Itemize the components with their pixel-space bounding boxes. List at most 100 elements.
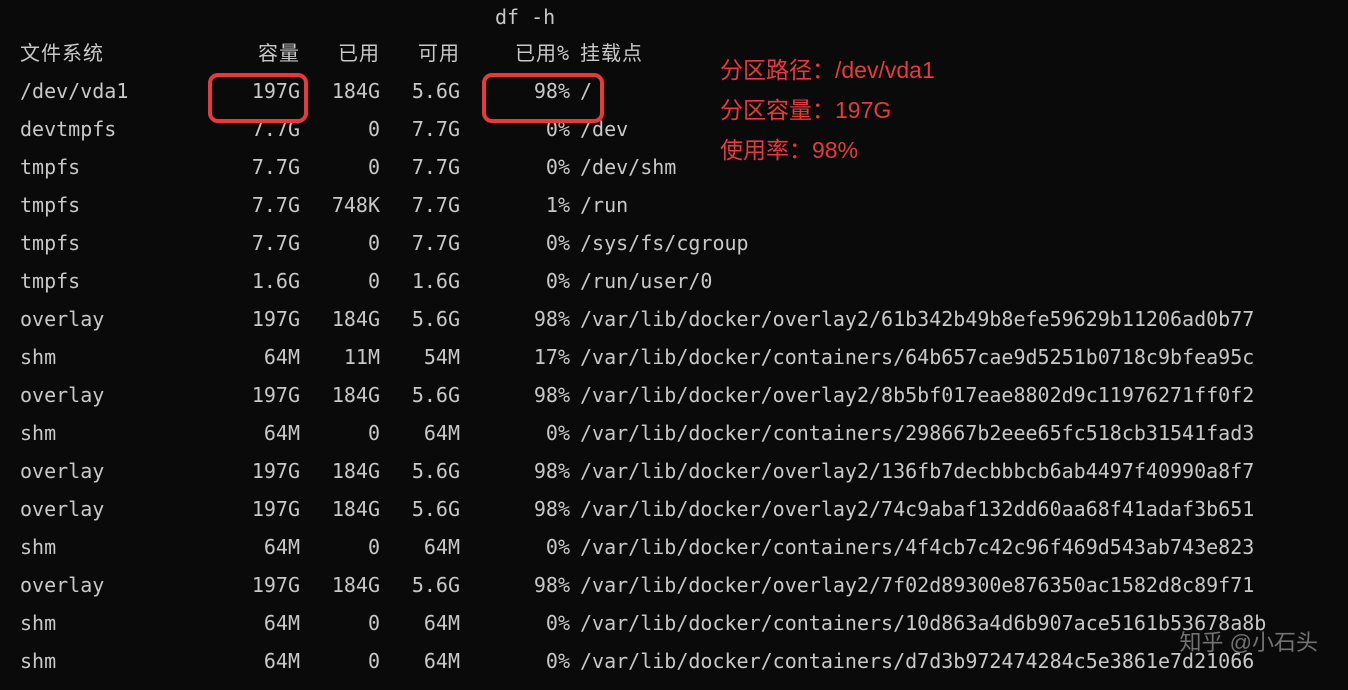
cell-mount: /run: [570, 186, 1328, 224]
cell-filesystem: tmpfs: [20, 224, 220, 262]
cell-used: 0: [300, 262, 380, 300]
cell-mount: /var/lib/docker/overlay2/61b342b49b8efe5…: [570, 300, 1328, 338]
terminal-output: df -h 文件系统 容量 已用 可用 已用% 挂载点 /dev/vda1197…: [0, 0, 1348, 680]
cell-filesystem: tmpfs: [20, 186, 220, 224]
table-header-row: 文件系统 容量 已用 可用 已用% 挂载点: [20, 34, 1328, 72]
cell-size: 64M: [220, 414, 300, 452]
cell-used: 0: [300, 414, 380, 452]
cell-used: 184G: [300, 300, 380, 338]
table-row: tmpfs7.7G748K7.7G1%/run: [20, 186, 1328, 224]
table-row: overlay197G184G5.6G98%/var/lib/docker/ov…: [20, 300, 1328, 338]
cell-filesystem: overlay: [20, 376, 220, 414]
cell-usepercent: 0%: [460, 224, 570, 262]
table-row: tmpfs7.7G07.7G0%/dev/shm: [20, 148, 1328, 186]
cell-usepercent: 0%: [460, 110, 570, 148]
cell-avail: 64M: [380, 528, 460, 566]
cell-avail: 7.7G: [380, 148, 460, 186]
cell-avail: 64M: [380, 642, 460, 680]
cell-usepercent: 0%: [460, 414, 570, 452]
cell-avail: 5.6G: [380, 376, 460, 414]
cell-mount: /var/lib/docker/overlay2/136fb7decbbbcb6…: [570, 452, 1328, 490]
cell-used: 0: [300, 110, 380, 148]
cell-avail: 5.6G: [380, 300, 460, 338]
cell-size: 7.7G: [220, 110, 300, 148]
cell-used: 184G: [300, 566, 380, 604]
cell-size: 64M: [220, 604, 300, 642]
cell-avail: 54M: [380, 338, 460, 376]
cell-usepercent: 98%: [460, 72, 570, 110]
cell-filesystem: shm: [20, 528, 220, 566]
cell-avail: 5.6G: [380, 566, 460, 604]
cell-mount: /var/lib/docker/containers/298667b2eee65…: [570, 414, 1328, 452]
cell-mount: /var/lib/docker/overlay2/8b5bf017eae8802…: [570, 376, 1328, 414]
cell-used: 0: [300, 224, 380, 262]
cell-usepercent: 0%: [460, 148, 570, 186]
cell-mount: /sys/fs/cgroup: [570, 224, 1328, 262]
cell-filesystem: shm: [20, 642, 220, 680]
cell-avail: 1.6G: [380, 262, 460, 300]
cell-avail: 64M: [380, 604, 460, 642]
cell-size: 7.7G: [220, 186, 300, 224]
cell-used: 184G: [300, 376, 380, 414]
cell-used: 184G: [300, 452, 380, 490]
cell-usepercent: 98%: [460, 490, 570, 528]
header-usepercent: 已用%: [460, 34, 570, 72]
cell-size: 64M: [220, 642, 300, 680]
cell-size: 197G: [220, 566, 300, 604]
header-used: 已用: [300, 34, 380, 72]
cell-used: 184G: [300, 490, 380, 528]
cell-filesystem: tmpfs: [20, 262, 220, 300]
cell-filesystem: shm: [20, 604, 220, 642]
cell-filesystem: overlay: [20, 566, 220, 604]
table-row: shm64M064M0%/var/lib/docker/containers/1…: [20, 604, 1328, 642]
annotation-path: 分区路径：/dev/vda1: [720, 50, 935, 90]
cell-filesystem: shm: [20, 414, 220, 452]
cell-filesystem: devtmpfs: [20, 110, 220, 148]
cell-mount: /var/lib/docker/overlay2/7f02d89300e8763…: [570, 566, 1328, 604]
table-row: shm64M064M0%/var/lib/docker/containers/4…: [20, 528, 1328, 566]
cell-filesystem: tmpfs: [20, 148, 220, 186]
cell-usepercent: 0%: [460, 604, 570, 642]
cell-avail: 5.6G: [380, 72, 460, 110]
cell-mount: /var/lib/docker/overlay2/74c9abaf132dd60…: [570, 490, 1328, 528]
table-row: devtmpfs7.7G07.7G0%/dev: [20, 110, 1328, 148]
cell-avail: 7.7G: [380, 186, 460, 224]
cell-usepercent: 1%: [460, 186, 570, 224]
header-size: 容量: [220, 34, 300, 72]
table-row: overlay197G184G5.6G98%/var/lib/docker/ov…: [20, 566, 1328, 604]
cell-size: 64M: [220, 338, 300, 376]
cell-usepercent: 0%: [460, 642, 570, 680]
table-row: tmpfs7.7G07.7G0%/sys/fs/cgroup: [20, 224, 1328, 262]
annotation-panel: 分区路径：/dev/vda1 分区容量：197G 使用率：98%: [720, 50, 935, 170]
header-filesystem: 文件系统: [20, 34, 220, 72]
cell-filesystem: /dev/vda1: [20, 72, 220, 110]
cell-filesystem: overlay: [20, 452, 220, 490]
command-text: df -h: [495, 5, 555, 29]
cell-mount: /dev/shm: [570, 148, 1328, 186]
cell-mount: /dev: [570, 110, 1328, 148]
cell-usepercent: 17%: [460, 338, 570, 376]
table-row: overlay197G184G5.6G98%/var/lib/docker/ov…: [20, 452, 1328, 490]
annotation-usage: 使用率：98%: [720, 130, 935, 170]
table-row: tmpfs1.6G01.6G0%/run/user/0: [20, 262, 1328, 300]
cell-avail: 7.7G: [380, 110, 460, 148]
cell-used: 184G: [300, 72, 380, 110]
header-avail: 可用: [380, 34, 460, 72]
cell-used: 0: [300, 148, 380, 186]
cell-avail: 64M: [380, 414, 460, 452]
cell-size: 7.7G: [220, 224, 300, 262]
cell-usepercent: 98%: [460, 300, 570, 338]
cell-filesystem: overlay: [20, 300, 220, 338]
table-row: shm64M11M54M17%/var/lib/docker/container…: [20, 338, 1328, 376]
cell-used: 0: [300, 642, 380, 680]
cell-avail: 5.6G: [380, 452, 460, 490]
cell-size: 197G: [220, 490, 300, 528]
cell-used: 0: [300, 528, 380, 566]
cell-mount: /run/user/0: [570, 262, 1328, 300]
cell-size: 197G: [220, 72, 300, 110]
table-row: shm64M064M0%/var/lib/docker/containers/d…: [20, 642, 1328, 680]
cell-size: 197G: [220, 300, 300, 338]
cell-avail: 5.6G: [380, 490, 460, 528]
annotation-capacity: 分区容量：197G: [720, 90, 935, 130]
cell-size: 197G: [220, 452, 300, 490]
